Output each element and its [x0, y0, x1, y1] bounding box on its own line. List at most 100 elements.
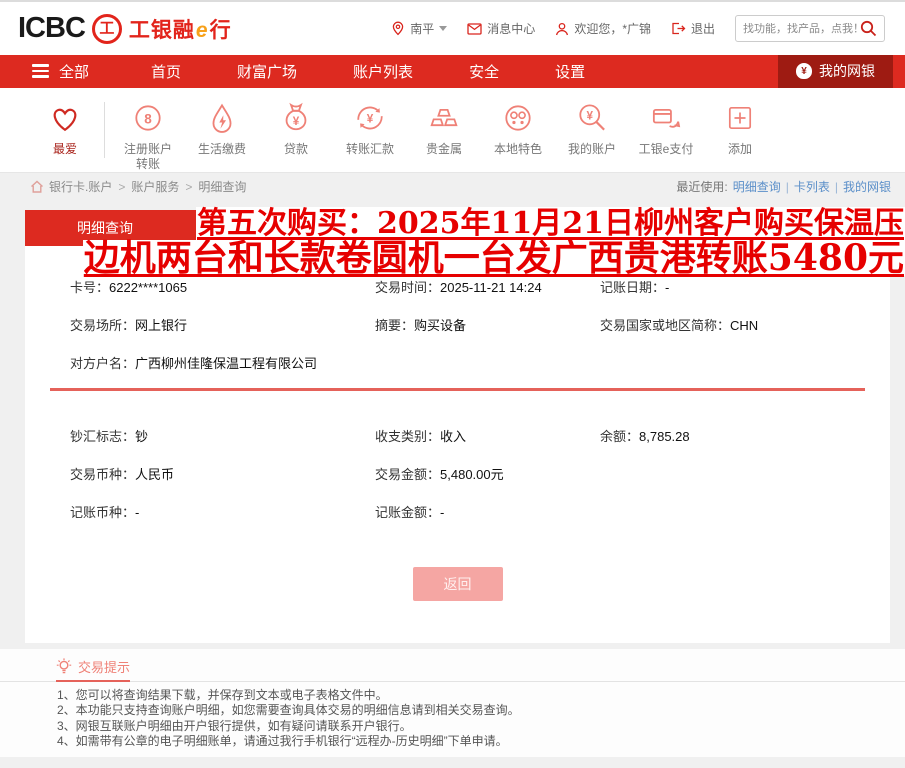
search-icon[interactable] — [860, 20, 877, 37]
svg-text:¥: ¥ — [367, 112, 374, 125]
shortcut-life-payment[interactable]: 生活缴费 — [185, 99, 259, 157]
field-booking-date: 记账日期：- — [600, 280, 870, 296]
envelope-icon — [467, 23, 482, 35]
search-box — [735, 15, 885, 42]
add-icon — [703, 99, 777, 137]
field-balance: 余额：8,785.28 — [600, 429, 870, 445]
breadcrumb-item-detail-query[interactable]: 明细查询 — [198, 178, 246, 195]
search-input[interactable] — [743, 23, 860, 35]
shortcut-icbc-epay[interactable]: 工银e支付 — [629, 99, 703, 157]
icbc-logo[interactable]: ICBC 工 工银融e行 — [18, 12, 232, 45]
shortcut-label: 最爱 — [28, 142, 102, 157]
location-label: 南平 — [410, 20, 434, 37]
register-transfer-icon: 8 — [111, 99, 185, 137]
breadcrumb-separator: > — [118, 180, 125, 194]
local-features-icon — [481, 99, 555, 137]
field-counterparty-name: 对方户名：广西柳州佳隆保温工程有限公司 — [70, 356, 870, 372]
transfer-remittance-icon: ¥ — [333, 99, 407, 137]
shortcut-register-transfer[interactable]: 8 注册账户转账 — [111, 99, 185, 172]
message-center-link[interactable]: 消息中心 — [467, 20, 535, 37]
my-ebank-button[interactable]: ¥ 我的网银 — [778, 55, 893, 88]
icbc-wordmark: ICBC — [18, 12, 85, 45]
button-row: 返回 — [25, 567, 890, 643]
welcome-user[interactable]: 欢迎您，*广锦 — [555, 20, 651, 37]
annotation-line1: 第五次购买：2025年11月21日柳州客户购买保温压 — [196, 207, 905, 240]
field-income-type: 收支类别：收入 — [375, 429, 600, 445]
nav-item-all[interactable]: 全部 — [59, 61, 89, 82]
logout-icon — [671, 22, 686, 35]
shortcut-precious-metals[interactable]: 贵金属 — [407, 99, 481, 157]
detail-fields-bottom: 钞汇标志：钞 收支类别：收入 余额：8,785.28 交易币种：人民币 交易金额… — [25, 429, 890, 521]
money-bag-icon: ¥ — [796, 63, 812, 79]
logout-label: 退出 — [691, 20, 715, 37]
field-booking-currency: 记账币种：- — [70, 505, 375, 521]
tip-item: 1、您可以将查询结果下载，并保存到文本或电子表格文件中。 — [57, 689, 895, 702]
svg-text:¥: ¥ — [586, 109, 593, 122]
epay-card-icon — [629, 99, 703, 137]
my-ebank-label: 我的网银 — [819, 61, 875, 81]
footer-strip — [0, 757, 905, 768]
main-nav: 全部 首页 财富广场 账户列表 安全 设置 ¥ 我的网银 — [0, 55, 905, 88]
recent-used-label: 最近使用: — [676, 178, 727, 195]
shortcut-my-account[interactable]: ¥ 我的账户 — [555, 99, 629, 157]
field-booking-amount: 记账金额：- — [375, 505, 600, 521]
brand-name: 工银融e行 — [129, 14, 232, 44]
header-actions: 南平 消息中心 欢迎您，*广锦 退出 — [391, 15, 885, 42]
nav-item-security[interactable]: 安全 — [469, 61, 499, 82]
icbc-emblem-icon: 工 — [92, 14, 122, 44]
field-transaction-amount: 交易金额：5,480.00元 — [375, 467, 600, 483]
vertical-divider — [104, 102, 105, 158]
shortcut-label: 工银e支付 — [629, 142, 703, 157]
nav-item-accounts[interactable]: 账户列表 — [353, 61, 413, 82]
recent-link-card-list[interactable]: 卡列表 — [794, 178, 830, 195]
nav-item-home[interactable]: 首页 — [151, 61, 181, 82]
logout-button[interactable]: 退出 — [671, 20, 715, 37]
back-button[interactable]: 返回 — [413, 567, 503, 601]
shortcut-label: 转账汇款 — [333, 142, 407, 157]
shortcut-label: 添加 — [703, 142, 777, 157]
tip-item: 2、本功能只支持查询账户明细，如您需要查询具体交易的明细信息请到相关交易查询。 — [57, 704, 895, 717]
svg-text:¥: ¥ — [293, 114, 300, 127]
tips-list: 1、您可以将查询结果下载，并保存到文本或电子表格文件中。 2、本功能只支持查询账… — [0, 682, 905, 757]
field-transaction-place: 交易场所：网上银行 — [70, 318, 375, 334]
nav-item-settings[interactable]: 设置 — [555, 61, 585, 82]
tips-title: 交易提示 — [78, 657, 130, 676]
tips-header: 交易提示 — [0, 657, 905, 682]
shortcut-favorites[interactable]: 最爱 — [28, 99, 102, 157]
home-icon[interactable] — [30, 180, 44, 193]
shortcut-loans[interactable]: ¥ 贷款 — [259, 99, 333, 157]
annotation-overlay: 第五次购买：2025年11月21日柳州客户购买保温压 边机两台和长款卷圆机一台发… — [83, 207, 905, 276]
shortcut-transfer-remittance[interactable]: ¥ 转账汇款 — [333, 99, 407, 157]
nav-item-wealth[interactable]: 财富广场 — [237, 61, 297, 82]
life-payment-icon — [185, 99, 259, 137]
recent-link-my-ebank[interactable]: 我的网银 — [843, 178, 891, 195]
breadcrumb-item-card-account[interactable]: 银行卡.账户 — [49, 178, 112, 195]
icbc-ebank-page: ICBC 工 工银融e行 南平 消息中心 欢迎您，*广锦 退出 — [0, 0, 905, 768]
field-country: 交易国家或地区简称：CHN — [600, 318, 870, 334]
recent-link-detail-query[interactable]: 明细查询 — [733, 178, 781, 195]
shortcut-label: 本地特色 — [481, 142, 555, 157]
field-card-number: 卡号：6222****1065 — [70, 280, 375, 296]
shortcut-label: 我的账户 — [555, 142, 629, 157]
field-transaction-currency: 交易币种：人民币 — [70, 467, 375, 483]
main-content: 明细查询 第五次购买：2025年11月21日柳州客户购买保温压 边机两台和长款卷… — [0, 201, 905, 757]
breadcrumb-item-account-service[interactable]: 账户服务 — [131, 178, 179, 195]
heart-icon — [28, 99, 102, 137]
chevron-down-icon — [439, 26, 447, 31]
gold-bars-icon — [407, 99, 481, 137]
svg-text:8: 8 — [144, 111, 152, 126]
shortcut-bar: 最爱 8 注册账户转账 生活缴费 ¥ 贷款 ¥ 转账汇款 — [0, 88, 905, 172]
hamburger-menu-icon[interactable] — [32, 64, 49, 78]
shortcut-label: 注册账户转账 — [111, 142, 185, 172]
detail-card: 明细查询 第五次购买：2025年11月21日柳州客户购买保温压 边机两台和长款卷… — [25, 210, 890, 643]
shortcut-local-features[interactable]: 本地特色 — [481, 99, 555, 157]
red-divider — [50, 388, 865, 391]
shortcut-add[interactable]: 添加 — [703, 99, 777, 157]
tip-item: 4、如需带有公章的电子明细账单，请通过我行手机银行“远程办-历史明细”下单申请。 — [57, 735, 895, 748]
shortcut-label: 贵金属 — [407, 142, 481, 157]
field-summary: 摘要：购买设备 — [375, 318, 600, 334]
recent-used: 最近使用: 明细查询 | 卡列表 | 我的网银 — [676, 178, 891, 195]
annotation-line2: 边机两台和长款卷圆机一台发广西贵港转账5480元 — [83, 240, 905, 276]
location-selector[interactable]: 南平 — [391, 20, 447, 37]
breadcrumb-separator: > — [185, 180, 192, 194]
